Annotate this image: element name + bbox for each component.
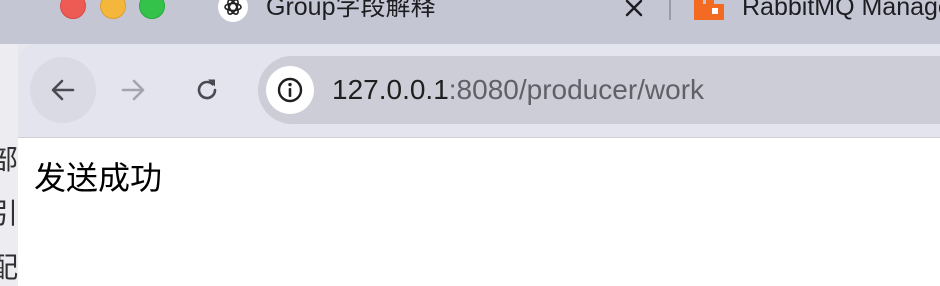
openai-icon <box>218 0 248 22</box>
tab-title[interactable]: RabbitMQ Manage <box>742 0 940 22</box>
reload-icon <box>197 79 217 100</box>
response-message: 发送成功 <box>34 159 163 197</box>
browser-toolbar: 127.0.0.1:8080/producer/work <box>18 44 940 138</box>
background-text-fragment: 部 <box>0 143 18 176</box>
tab-title[interactable]: Group字段解释 <box>266 0 446 22</box>
info-icon <box>277 77 303 103</box>
rabbitmq-icon <box>694 0 724 20</box>
url-path: :8080/producer/work <box>448 74 705 105</box>
minimize-window-button[interactable] <box>100 0 126 19</box>
arrow-right-icon <box>121 79 145 101</box>
site-info-button[interactable] <box>266 66 314 114</box>
tab-strip: Group字段解释 RabbitMQ Manage <box>0 0 940 44</box>
background-text-fragment: 配 <box>0 251 18 284</box>
address-bar[interactable]: 127.0.0.1:8080/producer/work <box>258 56 940 124</box>
arrow-left-icon <box>51 79 75 101</box>
close-window-button[interactable] <box>60 0 86 19</box>
tab-separator <box>669 0 671 20</box>
close-tab-icon[interactable] <box>620 0 648 22</box>
forward-button[interactable] <box>100 57 166 123</box>
url-text[interactable]: 127.0.0.1:8080/producer/work <box>332 73 704 107</box>
zoom-window-button[interactable] <box>139 0 165 19</box>
back-button[interactable] <box>30 57 96 123</box>
background-text-fragment: 引 <box>0 197 18 230</box>
reload-button[interactable] <box>174 57 240 123</box>
page-content: 发送成功 <box>18 138 940 286</box>
url-host: 127.0.0.1 <box>332 74 449 105</box>
